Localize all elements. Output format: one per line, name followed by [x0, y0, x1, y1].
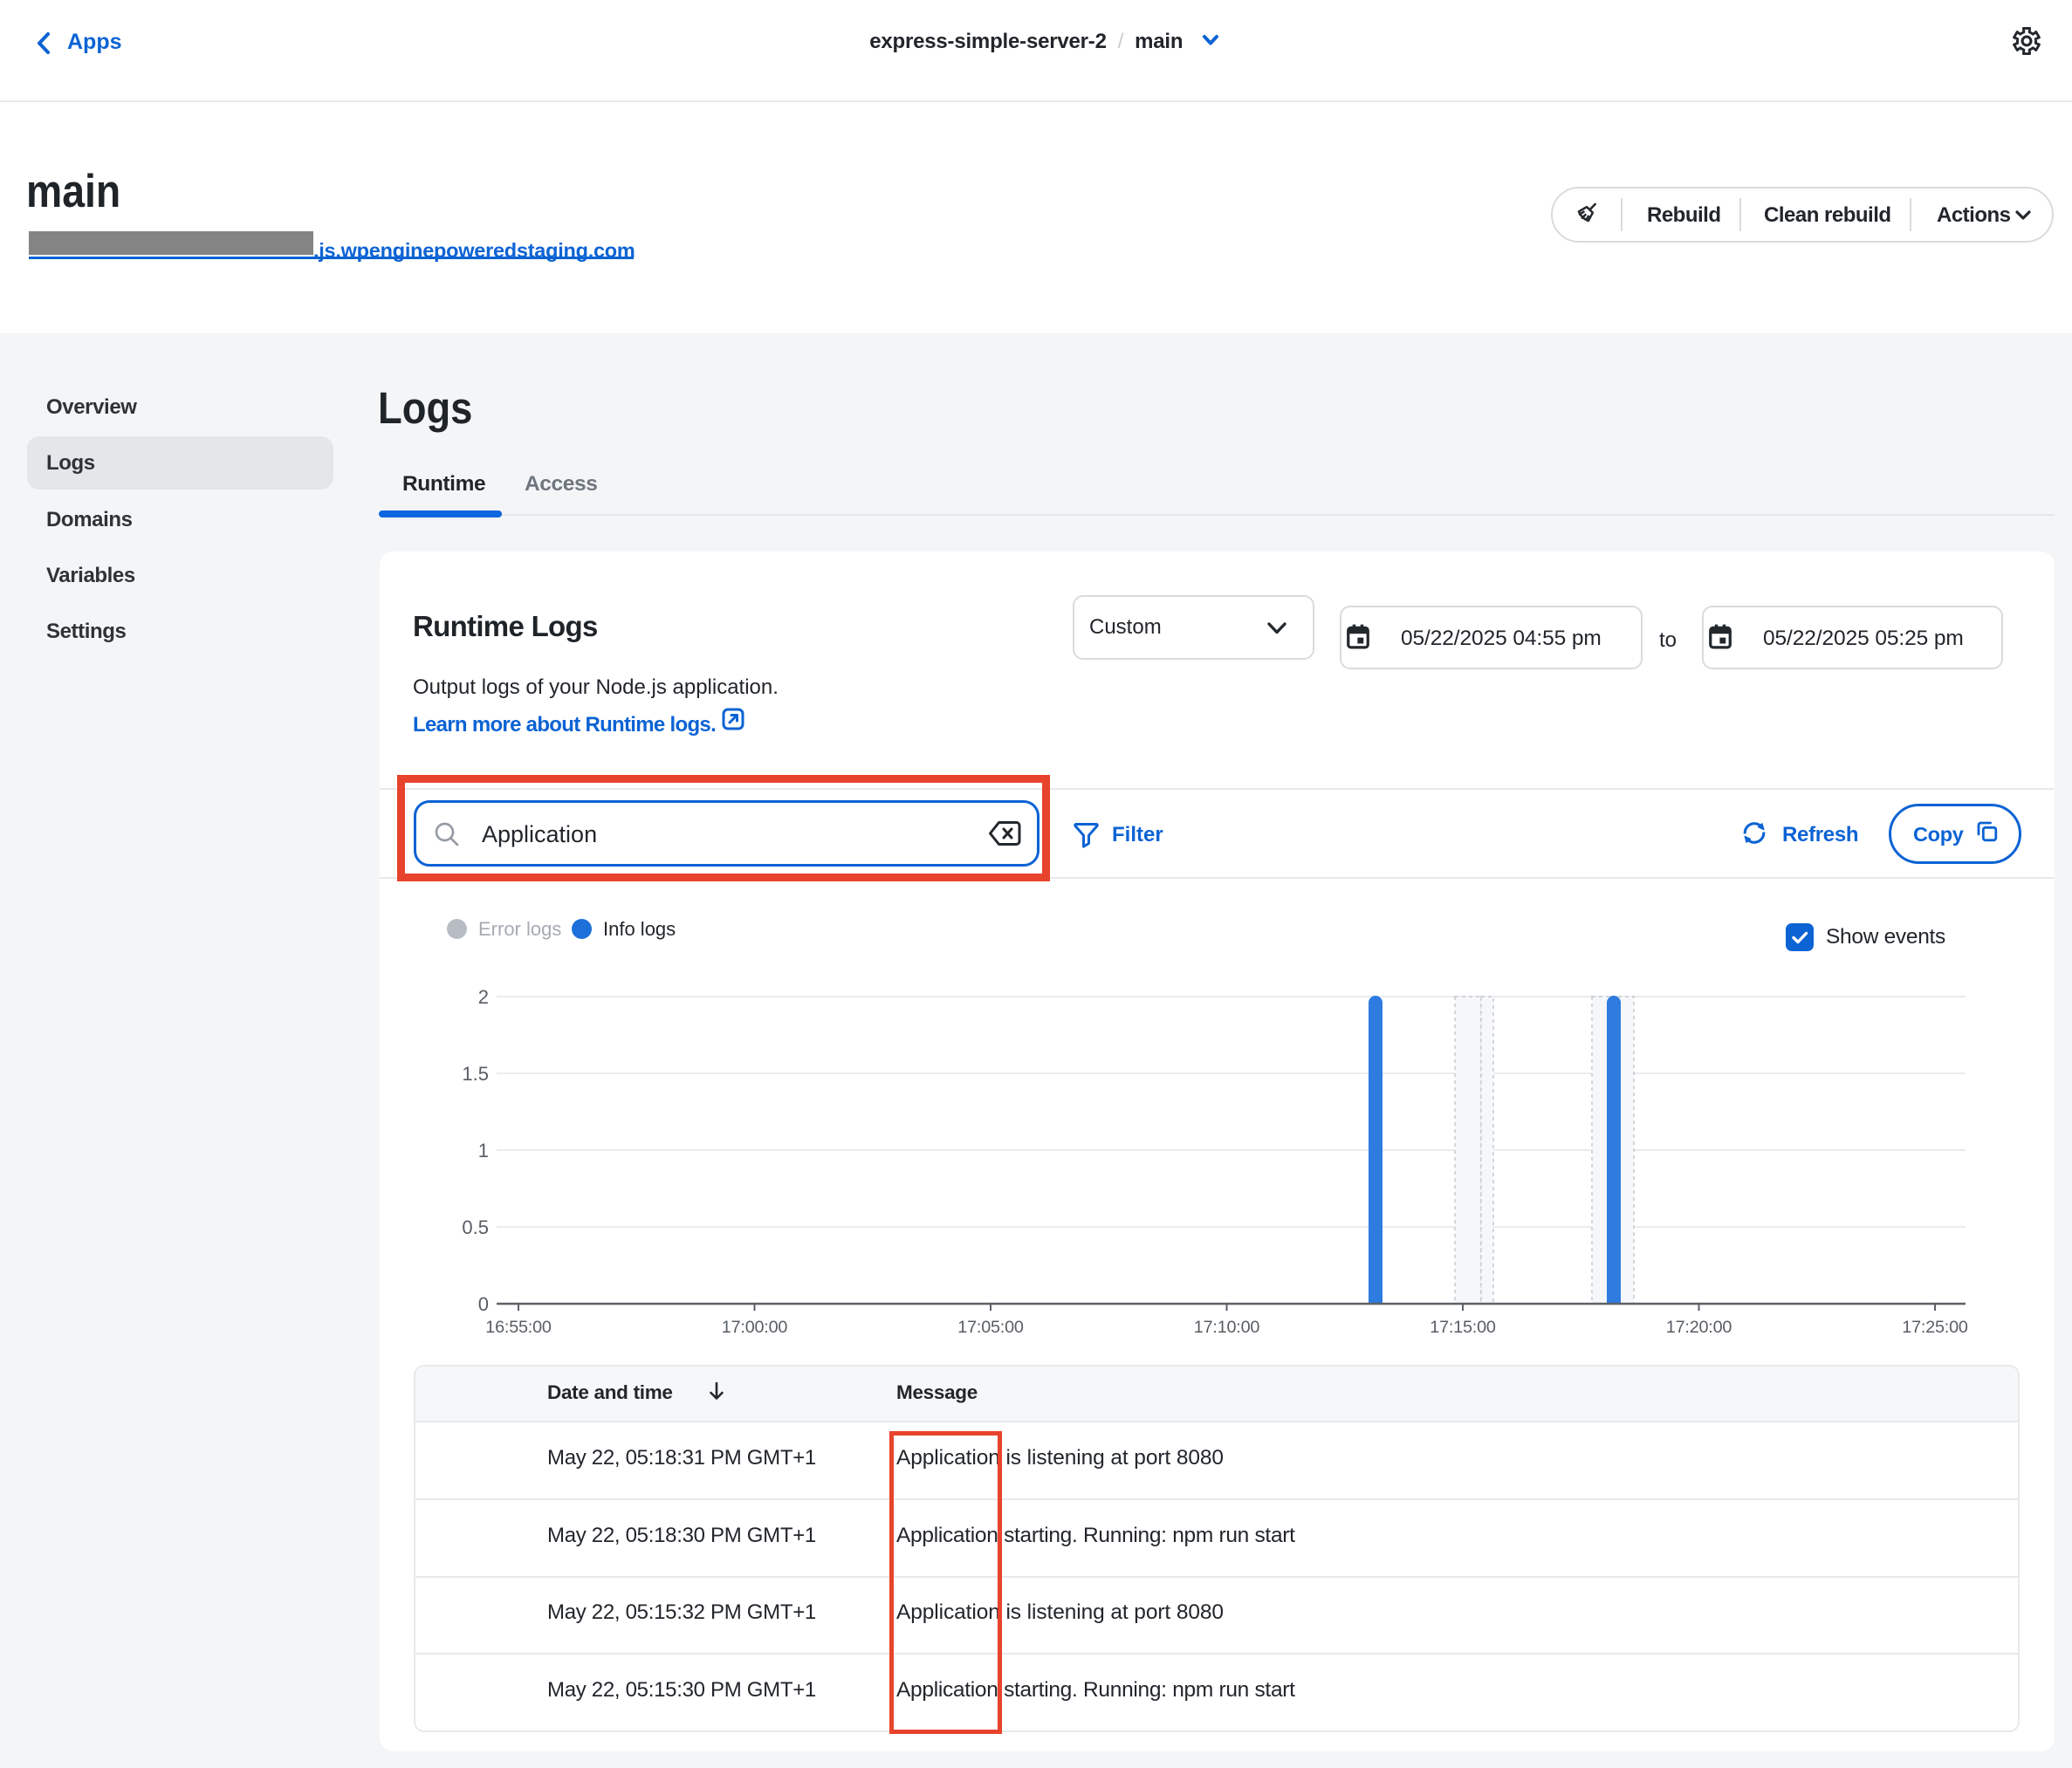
svg-text:17:00:00: 17:00:00	[722, 1318, 788, 1337]
svg-text:0: 0	[478, 1293, 489, 1315]
svg-text:1: 1	[478, 1140, 489, 1162]
svg-text:2: 2	[478, 986, 489, 1008]
svg-text:1.5: 1.5	[462, 1063, 489, 1085]
svg-text:17:25:00: 17:25:00	[1902, 1318, 1968, 1337]
svg-text:17:15:00: 17:15:00	[1430, 1318, 1496, 1337]
svg-text:17:10:00: 17:10:00	[1194, 1318, 1260, 1337]
svg-text:17:20:00: 17:20:00	[1666, 1318, 1732, 1337]
svg-text:17:05:00: 17:05:00	[957, 1318, 1024, 1337]
svg-text:0.5: 0.5	[462, 1216, 489, 1238]
svg-text:16:55:00: 16:55:00	[485, 1318, 552, 1337]
